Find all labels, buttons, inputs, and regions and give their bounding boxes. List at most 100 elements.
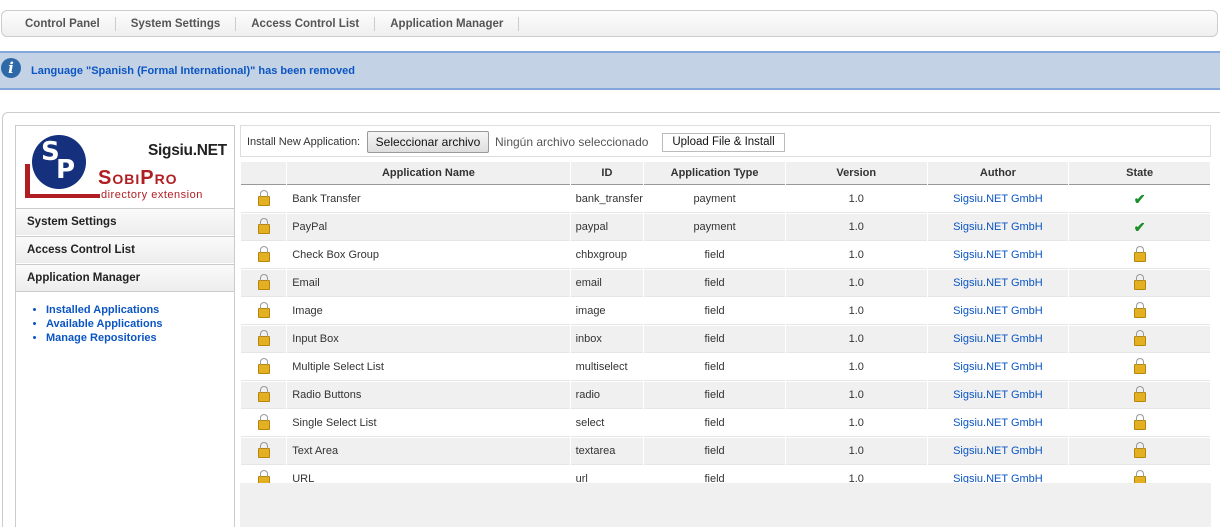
- table-row[interactable]: Single Select List select field 1.0 Sigsiu.N…: [241, 410, 1210, 437]
- table-row[interactable]: Bank Transfer bank_transfer payment 1.0 Sigs…: [241, 186, 1210, 213]
- link-installed-applications[interactable]: Installed Applications: [46, 303, 163, 317]
- app-state-cell: [1069, 438, 1210, 465]
- app-type-cell: field: [644, 242, 785, 269]
- row-lock-cell: [241, 438, 287, 465]
- lock-icon[interactable]: [257, 441, 270, 458]
- app-author-link[interactable]: Sigsiu.NET GmbH: [927, 298, 1069, 325]
- logo-tagline: directory extension: [101, 189, 203, 201]
- app-state-cell: [1069, 410, 1210, 437]
- app-version-cell: 1.0: [785, 214, 927, 241]
- app-author-link[interactable]: Sigsiu.NET GmbH: [927, 186, 1069, 213]
- nav-system-settings[interactable]: System Settings: [116, 16, 237, 31]
- app-author-link[interactable]: Sigsiu.NET GmbH: [927, 270, 1069, 297]
- app-id-cell: bank_transfer: [570, 186, 644, 213]
- row-lock-cell: [241, 298, 287, 325]
- logo-monogram: S P: [32, 135, 86, 189]
- sobipro-logo: S P Sigsiu.NET SobiPro directory extensi…: [16, 126, 234, 208]
- link-available-applications[interactable]: Available Applications: [46, 317, 163, 331]
- app-state-cell: ✔: [1069, 186, 1210, 213]
- nav-control-panel[interactable]: Control Panel: [10, 16, 116, 31]
- app-type-cell: field: [644, 410, 785, 437]
- header-application-type[interactable]: Application Type: [644, 162, 785, 185]
- lock-icon[interactable]: [257, 301, 270, 318]
- logo-bracket-vertical: [25, 164, 30, 198]
- app-author-link[interactable]: Sigsiu.NET GmbH: [927, 438, 1069, 465]
- app-author-link[interactable]: Sigsiu.NET GmbH: [927, 242, 1069, 269]
- app-type-cell: field: [644, 354, 785, 381]
- table-row[interactable]: Image image field 1.0 Sigsiu.NET GmbH: [241, 298, 1210, 325]
- app-id-cell: paypal: [570, 214, 644, 241]
- sidebar-links: Installed Applications Available Applica…: [30, 303, 163, 345]
- lock-icon[interactable]: [1133, 441, 1146, 458]
- lock-icon[interactable]: [257, 413, 270, 430]
- lock-icon[interactable]: [257, 245, 270, 262]
- nav-application-manager[interactable]: Application Manager: [375, 16, 520, 31]
- app-version-cell: 1.0: [785, 242, 927, 269]
- app-author-link[interactable]: Sigsiu.NET GmbH: [927, 214, 1069, 241]
- top-navigation: Control Panel System Settings Access Con…: [1, 10, 1218, 37]
- main-content: Install New Application: Seleccionar arc…: [240, 125, 1211, 527]
- app-name-cell: Check Box Group: [287, 242, 570, 269]
- table-row[interactable]: Multiple Select List multiselect field 1.0 S…: [241, 354, 1210, 381]
- nav-access-control-list[interactable]: Access Control List: [236, 16, 376, 31]
- link-manage-repositories[interactable]: Manage Repositories: [46, 331, 163, 345]
- app-type-cell: field: [644, 326, 785, 353]
- header-version[interactable]: Version: [785, 162, 927, 185]
- lock-icon[interactable]: [1133, 385, 1146, 402]
- app-version-cell: 1.0: [785, 326, 927, 353]
- sidebar-item-access-control-list[interactable]: Access Control List: [16, 236, 234, 263]
- upload-install-button[interactable]: Upload File & Install: [662, 133, 785, 152]
- lock-icon[interactable]: [1133, 245, 1146, 262]
- app-id-cell: select: [570, 410, 644, 437]
- app-version-cell: 1.0: [785, 298, 927, 325]
- app-version-cell: 1.0: [785, 270, 927, 297]
- app-author-link[interactable]: Sigsiu.NET GmbH: [927, 326, 1069, 353]
- install-label: Install New Application:: [247, 136, 361, 148]
- enabled-check-icon[interactable]: ✔: [1134, 191, 1146, 207]
- lock-icon[interactable]: [257, 385, 270, 402]
- table-row[interactable]: PayPal paypal payment 1.0 Sigsiu.NET GmbH ✔: [241, 214, 1210, 241]
- lock-icon[interactable]: [1133, 413, 1146, 430]
- app-version-cell: 1.0: [785, 354, 927, 381]
- sidebar-item-system-settings[interactable]: System Settings: [16, 208, 234, 235]
- lock-icon[interactable]: [257, 273, 270, 290]
- header-lock: [241, 162, 287, 185]
- app-author-link[interactable]: Sigsiu.NET GmbH: [927, 410, 1069, 437]
- header-id[interactable]: ID: [570, 162, 644, 185]
- table-header-row: Application Name ID Application Type Ver…: [241, 162, 1210, 185]
- logo-bracket-horizontal: [25, 194, 100, 198]
- app-name-cell: Image: [287, 298, 570, 325]
- header-application-name[interactable]: Application Name: [287, 162, 570, 185]
- header-state[interactable]: State: [1069, 162, 1210, 185]
- lock-icon[interactable]: [1133, 329, 1146, 346]
- enabled-check-icon[interactable]: ✔: [1134, 219, 1146, 235]
- message-text: Language "Spanish (Formal International)…: [31, 65, 355, 77]
- lock-icon[interactable]: [257, 329, 270, 346]
- info-icon: i: [1, 58, 21, 78]
- row-lock-cell: [241, 186, 287, 213]
- app-state-cell: ✔: [1069, 214, 1210, 241]
- table-row[interactable]: Radio Buttons radio field 1.0 Sigsiu.NET Gmb…: [241, 382, 1210, 409]
- lock-icon[interactable]: [257, 357, 270, 374]
- table-row[interactable]: Input Box inbox field 1.0 Sigsiu.NET GmbH: [241, 326, 1210, 353]
- header-author[interactable]: Author: [927, 162, 1069, 185]
- table-row[interactable]: Email email field 1.0 Sigsiu.NET GmbH: [241, 270, 1210, 297]
- choose-file-button[interactable]: Seleccionar archivo: [367, 131, 489, 153]
- lock-icon[interactable]: [257, 189, 270, 206]
- app-id-cell: chbxgroup: [570, 242, 644, 269]
- app-name-cell: Email: [287, 270, 570, 297]
- sidebar-item-application-manager[interactable]: Application Manager: [16, 264, 234, 292]
- lock-icon[interactable]: [1133, 357, 1146, 374]
- app-name-cell: Radio Buttons: [287, 382, 570, 409]
- app-id-cell: image: [570, 298, 644, 325]
- app-version-cell: 1.0: [785, 410, 927, 437]
- app-state-cell: [1069, 298, 1210, 325]
- lock-icon[interactable]: [1133, 301, 1146, 318]
- app-author-link[interactable]: Sigsiu.NET GmbH: [927, 382, 1069, 409]
- lock-icon[interactable]: [257, 217, 270, 234]
- table-row[interactable]: Text Area textarea field 1.0 Sigsiu.NET GmbH: [241, 438, 1210, 465]
- table-row[interactable]: Check Box Group chbxgroup field 1.0 Sigsiu.N…: [241, 242, 1210, 269]
- app-author-link[interactable]: Sigsiu.NET GmbH: [927, 354, 1069, 381]
- app-version-cell: 1.0: [785, 382, 927, 409]
- lock-icon[interactable]: [1133, 273, 1146, 290]
